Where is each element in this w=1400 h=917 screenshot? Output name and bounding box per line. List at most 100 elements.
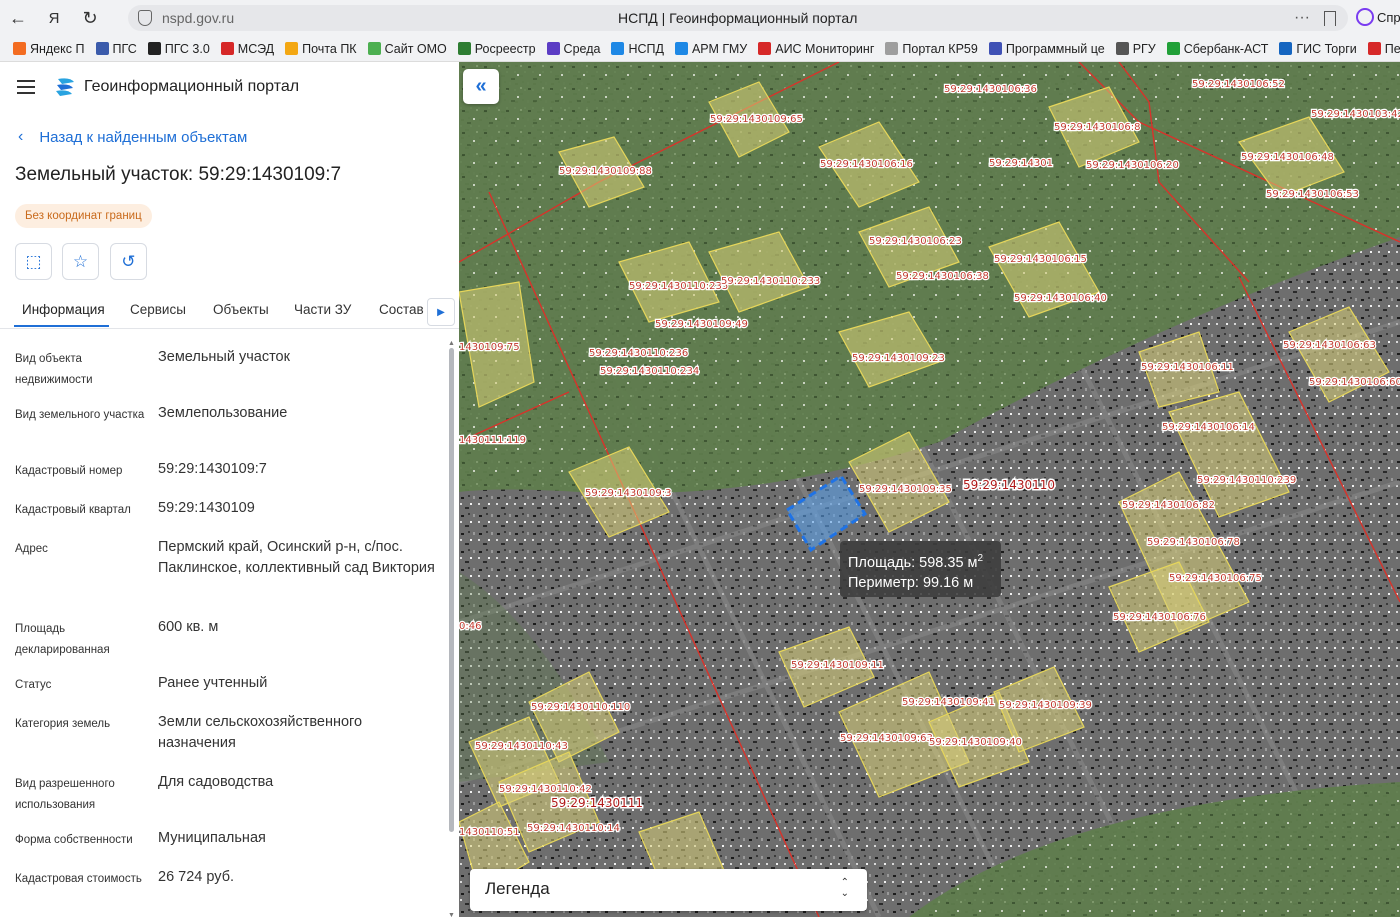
bookmark-item[interactable]: МСЭД — [220, 42, 274, 56]
tab-composition[interactable]: Состав — [379, 302, 424, 317]
parcel-label[interactable]: 59:29:1430110:234 — [599, 365, 701, 379]
info-value[interactable]: Для садоводства — [158, 772, 438, 828]
parcel-label[interactable]: 59:29:1430110:239 — [1196, 474, 1298, 488]
parcel-label[interactable]: 59:29:1430110:42 — [498, 783, 593, 797]
back-arrow-icon[interactable]: ← — [0, 0, 36, 36]
parcel-label[interactable]: 59:29:1430109:65 — [709, 113, 804, 127]
collapse-panel-button[interactable]: « — [463, 69, 499, 104]
info-value[interactable]: Землепользование — [158, 403, 438, 459]
bookmark-item[interactable]: Портал КР59 — [885, 42, 978, 56]
parcel-label[interactable]: 59:29:1430106:63 — [1282, 339, 1377, 353]
scroll-down-icon[interactable]: ▼ — [448, 912, 455, 917]
parcel-label[interactable]: 59:29:1430110:235 — [628, 280, 730, 294]
bookmark-item[interactable]: АРМ ГМУ — [674, 42, 747, 56]
reload-icon[interactable]: ↻ — [72, 0, 108, 36]
yandex-icon[interactable]: Я — [36, 0, 72, 36]
parcel-label[interactable]: 59:29:1430106:60 — [1308, 376, 1400, 390]
bookmark-item[interactable]: Яндекс П — [13, 42, 85, 56]
parcel-label[interactable]: 59:29:1430106:14 — [1161, 421, 1256, 435]
parcel-label[interactable]: 59:29:1430103:42 — [1310, 108, 1400, 122]
map-canvas[interactable]: 59:29:1430106:36 59:29:1430106:52 59:29:14… — [459, 62, 1400, 917]
scrollbar-thumb[interactable] — [449, 348, 454, 832]
quarter-label[interactable]: 59:29:1430111 — [550, 795, 645, 812]
parcel-label[interactable]: 1430109:75 — [459, 341, 521, 355]
parcel-label[interactable]: 59:29:1430106:78 — [1146, 536, 1241, 550]
parcel-label[interactable]: 59:29:1430109:41 — [901, 696, 996, 710]
favorite-button[interactable]: ☆ — [62, 243, 99, 280]
bookmark-item[interactable]: НСПД — [611, 42, 664, 56]
bookmark-item[interactable]: Почта ПК — [285, 42, 357, 56]
parcel-label[interactable]: 59:29:1430109:23 — [851, 352, 946, 366]
bookmark-item[interactable]: ГИС Торги — [1279, 42, 1357, 56]
scroll-up-icon[interactable]: ▲ — [448, 340, 455, 347]
map-view[interactable]: 59:29:1430106:36 59:29:1430106:52 59:29:14… — [459, 62, 1400, 917]
tab-parts[interactable]: Части ЗУ — [294, 302, 351, 317]
info-value[interactable]: 59:29:1430109 — [158, 498, 438, 537]
parcel-label[interactable]: 59:29:1430109:88 — [558, 165, 653, 179]
parcel-label[interactable]: 59:29:1430109:11 — [790, 659, 885, 673]
parcel-label[interactable]: 0:46 — [459, 620, 483, 634]
info-value[interactable]: 59:29:1430109:7 — [158, 459, 438, 498]
parcel-label[interactable]: 59:29:1430109:3 — [584, 487, 673, 501]
parcel-label[interactable]: 59:29:1430106:48 — [1240, 151, 1335, 165]
parcel-label[interactable]: 59:29:1430110:233 — [720, 275, 822, 289]
tab-services[interactable]: Сервисы — [130, 302, 186, 317]
more-icon[interactable]: ··· — [1294, 9, 1310, 27]
parcel-label[interactable]: 1430111:119 — [459, 434, 527, 448]
parcel-label[interactable]: 59:29:1430106:36 — [943, 83, 1038, 97]
parcel-label[interactable]: 59:29:1430106:75 — [1168, 572, 1263, 586]
info-value[interactable]: Земельный участок — [158, 347, 438, 403]
info-value[interactable]: Муниципальная — [158, 828, 438, 867]
parcel-label[interactable]: 59:29:1430110:110 — [530, 701, 632, 715]
bookmark-item[interactable]: Сайт ОМО — [367, 42, 447, 56]
parcel-label[interactable]: 59:29:1430109:63 — [839, 732, 934, 746]
parcel-label[interactable]: 59:29:1430106:40 — [1013, 292, 1108, 306]
parcel-label[interactable]: 59:29:1430110:43 — [474, 740, 569, 754]
parcel-label[interactable]: 59:29:1430106:15 — [993, 253, 1088, 267]
info-value[interactable]: 26 724 руб. — [158, 867, 438, 907]
bookmark-item[interactable]: Пер — [1367, 42, 1400, 56]
info-value[interactable]: 600 кв. м — [158, 617, 438, 673]
bookmark-item[interactable]: ПГС 3.0 — [147, 42, 210, 56]
parcel-label[interactable]: 59:29:1430109:35 — [858, 483, 953, 497]
bookmark-item[interactable]: Программный це — [988, 42, 1105, 56]
bookmark-item[interactable]: ПГС — [95, 42, 137, 56]
parcel-label[interactable]: 59:29:14301 — [988, 157, 1055, 171]
bookmark-item[interactable]: АИС Мониторинг — [758, 42, 874, 56]
parcel-label[interactable]: 59:29:1430106:20 — [1085, 159, 1180, 173]
parcel-label[interactable]: 59:29:1430106:82 — [1121, 499, 1216, 513]
parcel-label[interactable]: 59:29:1430110:236 — [588, 347, 690, 361]
parcel-label[interactable]: 59:29:1430109:39 — [998, 699, 1093, 713]
select-area-button[interactable]: ⬚ — [15, 243, 52, 280]
parcel-label[interactable]: 59:29:1430106:11 — [1140, 361, 1235, 375]
parcel-label[interactable]: 59:29:1430109:40 — [928, 736, 1023, 750]
bookmark-item[interactable]: Среда — [546, 42, 600, 56]
parcel-label[interactable]: 59:29:1430109:49 — [654, 318, 749, 332]
parcel-label[interactable]: 59:29:1430106:52 — [1191, 78, 1286, 92]
bookmark-icon[interactable] — [1324, 10, 1336, 26]
menu-icon[interactable] — [17, 80, 35, 94]
address-bar[interactable]: nspd.gov.ru НСПД | Геоинформационный пор… — [128, 5, 1348, 31]
parcel-label[interactable]: 59:29:1430106:23 — [868, 235, 963, 249]
tab-objects[interactable]: Объекты — [213, 302, 269, 317]
bookmark-item[interactable]: Росреестр — [457, 42, 536, 56]
parcel-label[interactable]: 59:29:1430106:38 — [895, 270, 990, 284]
info-value[interactable]: Земли сельскохозяйственного назначения — [158, 712, 438, 772]
parcel-label[interactable]: 59:29:1430106:53 — [1265, 188, 1360, 202]
info-value[interactable]: Пермский край, Осинский р-н, с/пос. Пакл… — [158, 537, 438, 617]
quarter-label[interactable]: 59:29:1430110 — [962, 477, 1057, 494]
parcel-label[interactable]: 59:29:1430106:76 — [1112, 611, 1207, 625]
tab-information[interactable]: Информация — [22, 302, 105, 317]
bookmark-item[interactable]: РГУ — [1115, 42, 1156, 56]
bookmark-item[interactable]: Сбербанк-АСТ — [1166, 42, 1268, 56]
parcel-label[interactable]: 59:29:1430106:8 — [1053, 121, 1142, 135]
back-to-results-link[interactable]: ‹ Назад к найденным объектам — [18, 128, 247, 146]
history-button[interactable]: ↺ — [110, 243, 147, 280]
panel-scrollbar[interactable]: ▲ ▼ — [447, 340, 456, 917]
parcel-label[interactable]: 59:29:1430106:16 — [819, 158, 914, 172]
parcel-label[interactable]: 59:29:1430110:14 — [526, 822, 621, 836]
tabs-scroll-right-button[interactable]: ▶ — [427, 298, 455, 326]
legend-dropdown[interactable]: Легенда ⌃ ⌄ — [470, 869, 867, 911]
parcel-label[interactable]: 1430110:51 — [459, 826, 521, 840]
alice-button[interactable]: Спр — [1356, 8, 1400, 26]
